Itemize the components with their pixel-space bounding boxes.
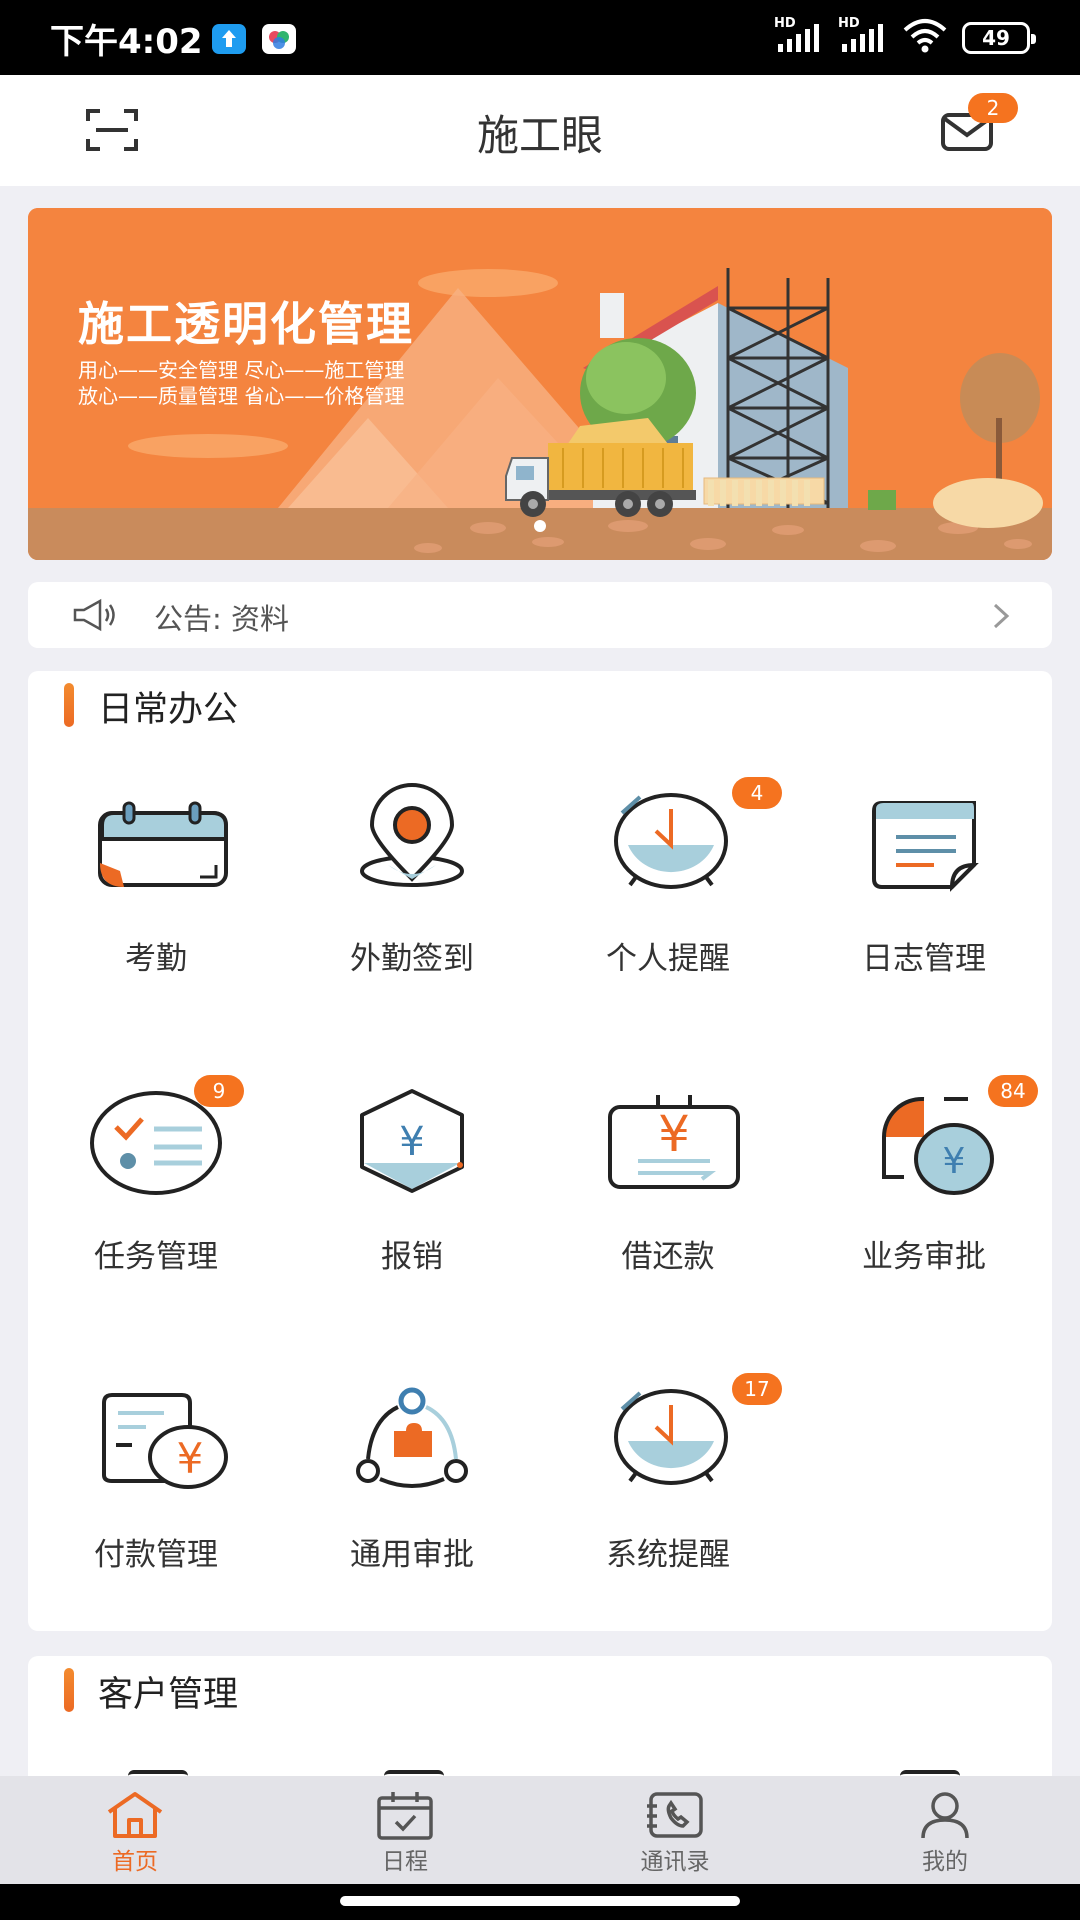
status-indicators: HD HD 49 [774,16,1036,58]
contacts-phone-icon [647,1792,703,1838]
app-notification-icon [262,24,296,54]
grid-label: 系统提醒 [606,1537,730,1573]
section-title: 客户管理 [98,1675,239,1715]
reminder-count-badge: 4 [732,777,782,809]
yen-transfer-icon: ¥ [608,1095,740,1189]
svg-text:¥: ¥ [399,1119,424,1165]
page-title: 施工眼 [476,111,603,160]
announcement-text: 公告: 资料 [154,602,289,636]
grid-item-attendance[interactable]: 考勤 [28,671,284,977]
upload-notification-icon [212,24,246,54]
grid-item-business-approval[interactable]: ¥ 84 业务审批 [796,969,1052,1275]
tab-label: 我的 [922,1849,968,1875]
mail-count-badge: 2 [968,93,1018,123]
svg-text:¥: ¥ [177,1434,204,1483]
grid-item-system-reminder[interactable]: 17 系统提醒 [540,1267,796,1573]
yen-hexagon-icon: ¥ [360,1089,464,1193]
grid-item-loan-repayment[interactable]: ¥ 借还款 [540,969,796,1275]
payment-document-icon: ¥ [102,1393,228,1489]
signal-icon: HD [774,16,824,58]
wifi-icon [902,18,948,58]
announcement-bar[interactable]: 公告: 资料 [28,582,1052,648]
workflow-icon [356,1387,468,1488]
alarm-clock-icon [614,1389,728,1485]
tab-label: 首页 [112,1849,158,1875]
tab-home[interactable]: 首页 [0,1776,270,1884]
banner-line-1: 用心——安全管理 尽心——施工管理 [78,358,405,382]
approval-count-badge: 84 [988,1075,1038,1107]
signal-icon: HD [838,16,888,58]
status-time: 下午4:02 [50,22,203,62]
app-header: 施工眼 2 [0,75,1080,186]
home-indicator[interactable] [340,1896,740,1906]
daily-office-section: 日常办公 考勤 外勤签到 4 个人提醒 日志管理 9 任务管理 ¥ 报销 ¥ 借… [28,671,1052,1631]
calendar-check-icon [377,1792,433,1840]
location-pin-icon [360,783,464,887]
grid-item-field-checkin[interactable]: 外勤签到 [284,671,540,977]
chevron-right-icon [992,602,1010,630]
banner-line-2: 放心——质量管理 省心——价格管理 [78,384,405,408]
tab-schedule[interactable]: 日程 [270,1776,540,1884]
tab-label: 通讯录 [640,1849,710,1875]
home-icon [107,1792,163,1838]
alarm-clock-icon [614,793,728,889]
section-accent-bar [64,1668,74,1712]
grid-label: 付款管理 [94,1537,218,1573]
person-icon [921,1792,969,1839]
bottom-tab-bar: 首页 日程 通讯录 我的 [0,1776,1080,1884]
log-document-icon [872,801,979,892]
grid-item-payment-management[interactable]: ¥ 付款管理 [28,1267,284,1573]
svg-text:¥: ¥ [943,1141,966,1182]
calendar-icon [98,801,228,887]
system-reminder-count-badge: 17 [732,1373,782,1405]
status-bar: 下午4:02 HD HD 49 [0,0,1080,75]
grid-item-general-approval[interactable]: 通用审批 [284,1267,540,1573]
promo-banner[interactable]: 施工透明化管理 用心——安全管理 尽心——施工管理 放心——质量管理 省心——价… [28,208,1052,560]
grid-item-personal-reminder[interactable]: 4 个人提醒 [540,671,796,977]
banner-title: 施工透明化管理 [78,297,414,351]
megaphone-icon [72,598,120,632]
system-nav-bar [0,1884,1080,1920]
svg-text:¥: ¥ [658,1105,690,1163]
grid-label: 业务审批 [862,1239,986,1275]
tab-contacts[interactable]: 通讯录 [540,1776,810,1884]
battery-icon: 49 [962,22,1036,54]
carousel-dot [534,520,546,532]
tab-me[interactable]: 我的 [810,1776,1080,1884]
tab-label: 日程 [382,1849,428,1875]
business-approval-icon: ¥ [881,1096,994,1195]
task-count-badge: 9 [194,1075,244,1107]
grid-item-task-management[interactable]: 9 任务管理 [28,969,284,1275]
grid-item-log-management[interactable]: 日志管理 [796,671,1052,977]
customer-management-section: 客户管理 [28,1656,1052,1776]
grid-item-reimbursement[interactable]: ¥ 报销 [284,969,540,1275]
grid-label: 通用审批 [350,1537,474,1573]
